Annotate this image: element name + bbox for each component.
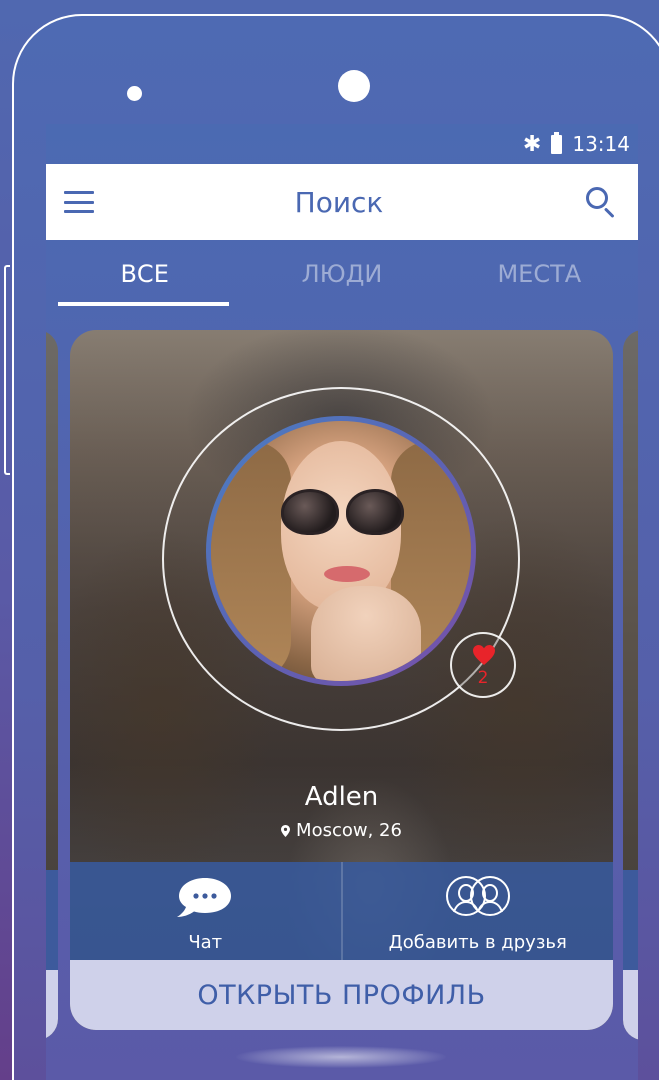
open-profile-button[interactable]: ОТКРЫТЬ ПРОФИЛЬ	[70, 960, 613, 1030]
likes-count: 2	[477, 668, 489, 688]
chat-label: Чат	[188, 932, 223, 953]
card-shadow	[236, 1046, 446, 1068]
previous-card-peek[interactable]	[46, 330, 58, 1040]
phone-side-button	[4, 265, 10, 475]
location-pin-icon	[281, 825, 291, 837]
app-screen: ✱ 13:14 Поиск ВСЕ ЛЮДИ МЕСТА 2 Adlen Mos…	[46, 124, 638, 1080]
card-actions: Чат Добавить в друзья	[70, 862, 613, 960]
status-bar: ✱ 13:14	[46, 124, 638, 164]
heart-icon	[473, 645, 495, 665]
avatar-frame	[206, 416, 476, 686]
status-time: 13:14	[572, 132, 630, 156]
tab-places[interactable]: МЕСТА	[441, 240, 638, 316]
next-card-peek[interactable]	[623, 330, 638, 1040]
proximity-sensor	[127, 86, 142, 101]
tab-bar: ВСЕ ЛЮДИ МЕСТА	[46, 240, 638, 316]
like-badge[interactable]: 2	[450, 632, 516, 698]
chat-button[interactable]: Чат	[70, 862, 341, 960]
profile-card[interactable]: 2 Adlen Moscow, 26 Чат Добавить в друзья…	[70, 330, 613, 1030]
hamburger-menu-icon[interactable]	[64, 191, 94, 213]
add-friend-button[interactable]: Добавить в друзья	[340, 862, 614, 960]
bluetooth-icon: ✱	[522, 131, 542, 157]
page-title: Поиск	[294, 185, 384, 219]
chat-bubble-icon	[177, 878, 232, 917]
battery-icon	[551, 131, 563, 154]
profile-location: Moscow, 26	[70, 820, 613, 841]
profile-name: Adlen	[304, 782, 379, 812]
app-bar: Поиск	[46, 164, 638, 240]
avatar[interactable]	[211, 421, 471, 681]
tab-people[interactable]: ЛЮДИ	[243, 240, 440, 316]
search-icon[interactable]	[584, 185, 618, 219]
add-friend-label: Добавить в друзья	[388, 932, 567, 953]
location-text: Moscow, 26	[296, 820, 402, 841]
front-camera	[338, 70, 370, 102]
add-friend-icon	[445, 876, 510, 916]
active-tab-indicator	[58, 302, 229, 306]
